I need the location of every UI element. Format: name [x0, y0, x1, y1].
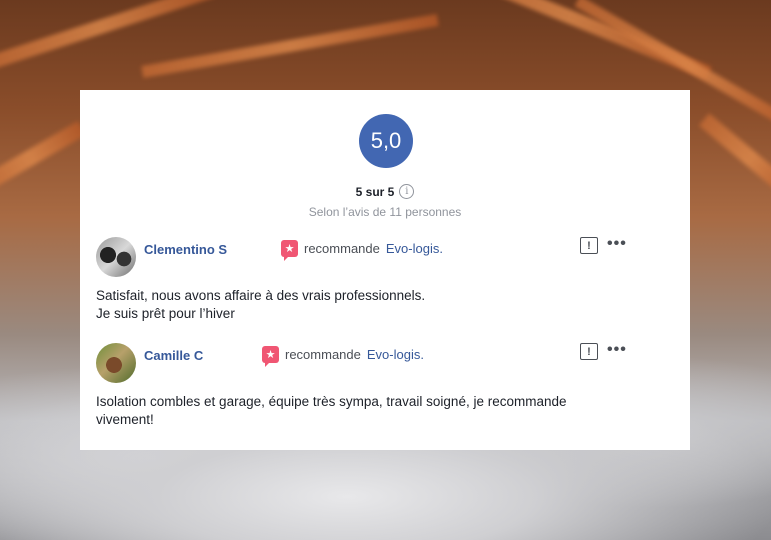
review-text-line: vivement!: [96, 412, 154, 427]
star-badge-icon: ★: [262, 346, 279, 367]
more-icon[interactable]: •••: [607, 341, 627, 359]
recommends-label: recommande: [285, 347, 361, 362]
recommendation: ★ recommande Evo-logis.: [262, 346, 424, 367]
rating-summary: 5 sur 5 i: [80, 184, 690, 199]
reviewer-name[interactable]: Camille C: [144, 348, 203, 363]
rating-score: 5,0: [359, 114, 413, 168]
star-badge-icon: ★: [281, 240, 298, 261]
page-link[interactable]: Evo-logis.: [386, 241, 443, 256]
recommends-label: recommande: [304, 241, 380, 256]
review-text-line: Je suis prêt pour l’hiver: [96, 306, 235, 321]
info-icon[interactable]: i: [399, 184, 415, 199]
report-icon[interactable]: !: [580, 237, 598, 254]
report-icon[interactable]: !: [580, 343, 598, 360]
recommendation: ★ recommande Evo-logis.: [281, 240, 443, 261]
review-text: Isolation combles et garage, équipe très…: [96, 393, 656, 429]
avatar[interactable]: [96, 343, 136, 383]
avatar[interactable]: [96, 237, 136, 277]
reviews-card: 5,0 5 sur 5 i Selon l’avis de 11 personn…: [80, 90, 690, 450]
rating-based-on: Selon l’avis de 11 personnes: [308, 205, 462, 219]
reviewer-name[interactable]: Clementino S: [144, 242, 227, 257]
review-text-line: Isolation combles et garage, équipe très…: [96, 394, 567, 409]
page-link[interactable]: Evo-logis.: [367, 347, 424, 362]
review-text: Satisfait, nous avons affaire à des vrai…: [96, 287, 656, 323]
rating-out-of: 5 sur 5: [355, 184, 395, 199]
more-icon[interactable]: •••: [607, 235, 627, 253]
review-text-line: Satisfait, nous avons affaire à des vrai…: [96, 288, 426, 303]
